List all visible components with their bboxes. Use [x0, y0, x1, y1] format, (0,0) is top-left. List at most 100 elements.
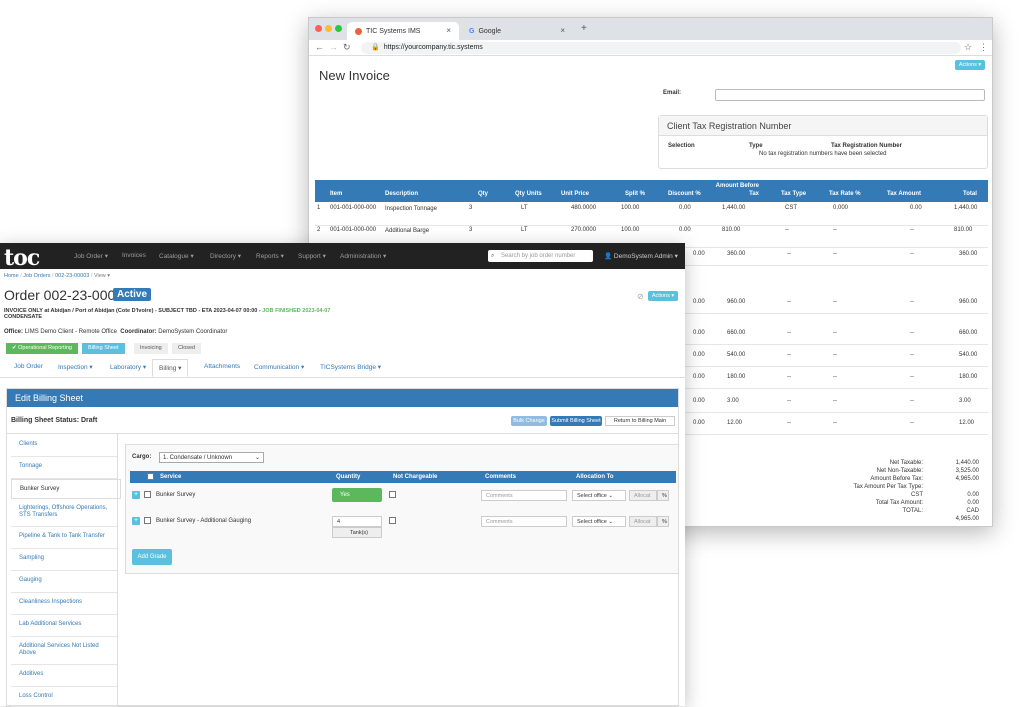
nav-reports[interactable]: Reports ▾ — [256, 252, 284, 260]
search-input[interactable]: ⌕ Search by job order number — [488, 250, 593, 262]
wizard-step-closed[interactable]: Closed — [172, 343, 202, 354]
service-table-header: Service Quantity Not Chargeable Comments… — [130, 471, 676, 483]
address-bar: ← → ↻ 🔒 https://yourcompany.tic.systems ☆… — [309, 40, 992, 56]
cell-tax-amount: -- — [910, 352, 914, 358]
tab-billing[interactable]: Billing ▾ — [152, 359, 189, 377]
total-label: Amount Before Tax: — [870, 476, 923, 482]
empty-message: No tax registration numbers have been se… — [759, 151, 887, 157]
expand-icon[interactable]: + — [132, 517, 140, 525]
sidebar-item[interactable]: Pipeline & Tank to Tank Transfer — [11, 527, 117, 549]
cell-tax-amount: -- — [910, 227, 914, 233]
reload-icon[interactable]: ↻ — [343, 42, 351, 53]
cell-tax-rate: -- — [833, 251, 837, 257]
select-all-checkbox[interactable] — [147, 473, 154, 480]
forward-icon[interactable]: → — [329, 42, 338, 52]
quantity-input[interactable]: 4 — [332, 516, 382, 527]
user-label: DemoSystem Admin ▾ — [613, 253, 678, 260]
bookmark-star-icon[interactable]: ☆ — [964, 42, 972, 53]
sidebar-item[interactable]: Lighterings, Offshore Operations, STS Tr… — [11, 499, 117, 527]
tab-attachments[interactable]: Attachments — [204, 363, 240, 370]
tab-communication[interactable]: Communication ▾ — [254, 363, 304, 371]
crumb-view[interactable]: View ▾ — [94, 273, 110, 279]
bulk-change-button[interactable]: Bulk Change — [511, 416, 547, 426]
allocation-field[interactable]: Allocat — [629, 490, 657, 501]
close-tab-icon[interactable]: × — [446, 26, 451, 35]
sidebar-item[interactable]: Sampling — [11, 549, 117, 571]
sidebar-item[interactable]: Cleanliness Inspections — [11, 593, 117, 615]
nav-catalogue[interactable]: Catalogue ▾ — [159, 252, 194, 260]
cell-qty: 3 — [469, 205, 473, 211]
wizard-step-billing[interactable]: Billing Sheet — [82, 343, 125, 354]
not-chargeable-checkbox[interactable] — [389, 517, 396, 524]
minimize-window-icon[interactable] — [325, 25, 332, 32]
url-field[interactable]: 🔒 https://yourcompany.tic.systems — [361, 42, 961, 54]
sidebar-item[interactable]: Gauging — [11, 571, 117, 593]
nav-directory[interactable]: Directory ▾ — [210, 252, 241, 260]
close-window-icon[interactable] — [315, 25, 322, 32]
comments-field[interactable]: Comments — [481, 516, 567, 527]
sidebar-item[interactable]: Loss Control — [11, 687, 117, 707]
crumb-job-orders[interactable]: Job Orders — [23, 273, 50, 279]
cargo-select[interactable]: 1. Condensate / Unknown ⌄ — [159, 452, 264, 463]
nav-administration[interactable]: Administration ▾ — [340, 252, 386, 260]
cell-item: 001-001-000-000 — [330, 205, 377, 211]
tab-inspection[interactable]: Inspection ▾ — [58, 363, 93, 371]
wizard-step-invoicing[interactable]: Invoicing — [134, 343, 168, 354]
cell-price: 270.0000 — [571, 227, 597, 233]
cell-tax-rate: -- — [833, 398, 837, 404]
add-grade-button[interactable]: Add Grade — [132, 549, 172, 565]
th-comments: Comments — [485, 474, 517, 480]
office-select[interactable]: Select office ⌄ — [572, 516, 626, 527]
actions-button[interactable]: Actions ▾ — [955, 60, 985, 70]
cell-tax-type: -- — [787, 251, 791, 257]
menu-kebab-icon[interactable]: ⋮ — [979, 42, 988, 53]
tab-google[interactable]: G Google × — [461, 22, 573, 40]
th-quantity: Quantity — [336, 474, 361, 480]
nav-support[interactable]: Support ▾ — [298, 252, 326, 260]
toc-app-window: toc Job Order ▾ Invoices Catalogue ▾ Dir… — [0, 243, 685, 707]
crumb-home[interactable]: Home — [4, 273, 19, 279]
cell-units: LT — [521, 227, 528, 233]
nav-job-order[interactable]: Job Order ▾ — [74, 252, 108, 260]
user-menu[interactable]: 👤 DemoSystem Admin ▾ — [604, 252, 678, 260]
cell-discount: 0.00 — [679, 205, 691, 211]
return-button[interactable]: Return to Billing Main — [605, 416, 675, 426]
sidebar-item[interactable]: Clients — [11, 435, 117, 457]
row-checkbox[interactable] — [144, 517, 151, 524]
office-select[interactable]: Select office ⌄ — [572, 490, 626, 501]
nav-invoices[interactable]: Invoices — [122, 252, 146, 259]
expand-icon[interactable]: + — [132, 491, 140, 499]
tab-laboratory[interactable]: Laboratory ▾ — [110, 363, 146, 371]
quantity-toggle[interactable]: Yes — [332, 488, 382, 502]
cell-tax-amount: 0.00 — [910, 205, 922, 211]
sidebar-item[interactable]: Tonnage — [11, 457, 117, 479]
row-checkbox[interactable] — [144, 491, 151, 498]
submit-billing-button[interactable]: Submit Billing Sheet — [550, 416, 602, 426]
actions-button[interactable]: Actions ▾ — [648, 291, 678, 301]
back-icon[interactable]: ← — [315, 42, 324, 52]
cell-tax-rate: -- — [833, 420, 837, 426]
email-field[interactable] — [715, 89, 985, 101]
cell-discount: 0.00 — [693, 251, 705, 257]
new-tab-button[interactable]: + — [581, 23, 587, 34]
sidebar-item[interactable]: Additives — [11, 665, 117, 687]
maximize-window-icon[interactable] — [335, 25, 342, 32]
tab-ticsystems-bridge[interactable]: TICSystems Bridge ▾ — [320, 363, 381, 371]
cell-discount: 0.00 — [693, 299, 705, 305]
edit-billing-panel: Edit Billing Sheet Billing Sheet Status:… — [6, 388, 679, 707]
cell-total: 1,440.00 — [954, 205, 978, 211]
subtitle-product: CONDENSATE — [4, 314, 43, 320]
close-tab-icon[interactable]: × — [560, 26, 565, 35]
sidebar-item[interactable]: Bunker Survey — [11, 479, 121, 499]
cell-abt: 810.00 — [722, 227, 741, 233]
allocation-field[interactable]: Allocat — [629, 516, 657, 527]
sidebar-item[interactable]: Additional Services Not Listed Above — [11, 637, 117, 665]
tab-job-order[interactable]: Job Order — [14, 363, 43, 370]
wizard-step-operational[interactable]: ✔ Operational Reporting — [6, 343, 78, 354]
comments-field[interactable]: Comments — [481, 490, 567, 501]
sidebar-item[interactable]: Lab Additional Services — [11, 615, 117, 637]
tab-tic-systems[interactable]: TIC Systems IMS × — [347, 22, 459, 40]
toc-logo[interactable]: toc — [4, 245, 40, 271]
not-chargeable-checkbox[interactable] — [389, 491, 396, 498]
crumb-order[interactable]: 002-23-00003 — [55, 273, 89, 279]
